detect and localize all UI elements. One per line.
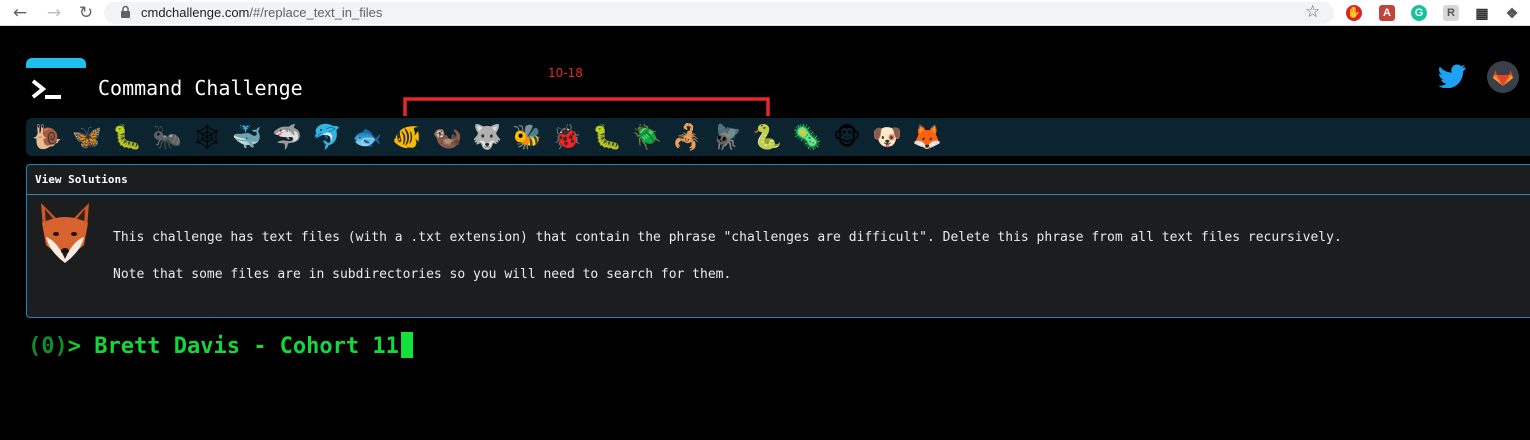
reload-icon[interactable]: ↻: [76, 3, 96, 23]
bee-icon[interactable]: 🐝: [510, 120, 544, 154]
tropical-fish-icon[interactable]: 🐠: [390, 120, 424, 154]
whale-icon[interactable]: 🐳: [230, 120, 264, 154]
butterfly-icon[interactable]: 🦋: [70, 120, 104, 154]
wolf-icon[interactable]: 🐺: [470, 120, 504, 154]
snake-icon[interactable]: 🐍: [750, 120, 784, 154]
microbe-icon[interactable]: 🦠: [790, 120, 824, 154]
forward-arrow-icon[interactable]: →: [44, 3, 64, 23]
browser-toolbar: ← → ↻ cmdchallenge.com/#/replace_text_in…: [0, 0, 1530, 26]
beetle-icon[interactable]: 🪲: [630, 120, 664, 154]
terminal-cursor: [400, 332, 413, 358]
site-logo[interactable]: [26, 58, 86, 110]
adblock-icon[interactable]: ✋: [1346, 5, 1362, 21]
fox-icon[interactable]: 🦊: [910, 120, 944, 154]
lock-icon: [121, 5, 130, 18]
otter-icon[interactable]: 🦦: [430, 120, 464, 154]
terminal-prompt-icon: [26, 68, 86, 110]
url-host: cmdchallenge.com: [141, 5, 250, 20]
twitter-icon[interactable]: [1438, 64, 1466, 88]
back-arrow-icon[interactable]: ←: [10, 3, 30, 23]
terminal-input[interactable]: Brett Davis - Cohort 11: [94, 334, 399, 359]
challenge-panel: View Solutions This challenge has text f…: [26, 164, 1530, 318]
challenge-description: This challenge has text files (with a .t…: [113, 230, 1342, 245]
gitlab-icon[interactable]: [1487, 61, 1519, 93]
gitlab-logo-icon: [1493, 70, 1513, 86]
puzzle-icon[interactable]: ❖: [1504, 5, 1520, 21]
view-solutions-link[interactable]: View Solutions: [35, 173, 128, 186]
terminal-prompt[interactable]: (0)> Brett Davis - Cohort 11: [28, 332, 413, 361]
dolphin-icon[interactable]: 🐬: [310, 120, 344, 154]
fly-icon[interactable]: 🪰: [710, 120, 744, 154]
monkey-icon[interactable]: 🐵: [830, 120, 864, 154]
solved-count: (0): [28, 334, 68, 359]
logo-tab: [26, 58, 86, 68]
scorpion-icon[interactable]: 🦂: [670, 120, 704, 154]
ant-icon[interactable]: 🐜: [150, 120, 184, 154]
pdf-icon[interactable]: A: [1379, 5, 1395, 21]
challenge-note: Note that some files are in subdirectori…: [113, 267, 732, 282]
worm-icon[interactable]: 🐛: [590, 120, 624, 154]
panel-header: View Solutions: [27, 165, 1530, 195]
annotation-label: 10-18: [548, 66, 583, 80]
fox-icon: [41, 203, 89, 263]
dog-icon[interactable]: 🐶: [870, 120, 904, 154]
spider-web-icon[interactable]: 🕸: [190, 120, 224, 154]
shark-icon[interactable]: 🦈: [270, 120, 304, 154]
reader-icon[interactable]: R: [1443, 5, 1459, 21]
caterpillar-icon[interactable]: 🐛: [110, 120, 144, 154]
ladybug-icon[interactable]: 🐞: [550, 120, 584, 154]
grid-icon[interactable]: ▦: [1474, 5, 1490, 21]
grammarly-icon[interactable]: G: [1411, 5, 1427, 21]
fish-icon[interactable]: 🐟: [350, 120, 384, 154]
star-icon[interactable]: ☆: [1305, 2, 1320, 22]
annotation-bracket: [403, 97, 770, 116]
snail-icon[interactable]: 🐌: [30, 120, 64, 154]
url-path: /#/replace_text_in_files: [249, 5, 383, 20]
url-text[interactable]: cmdchallenge.com/#/replace_text_in_files: [141, 5, 382, 21]
site-title[interactable]: Command Challenge: [98, 75, 303, 101]
prompt-arrow: >: [67, 334, 81, 359]
